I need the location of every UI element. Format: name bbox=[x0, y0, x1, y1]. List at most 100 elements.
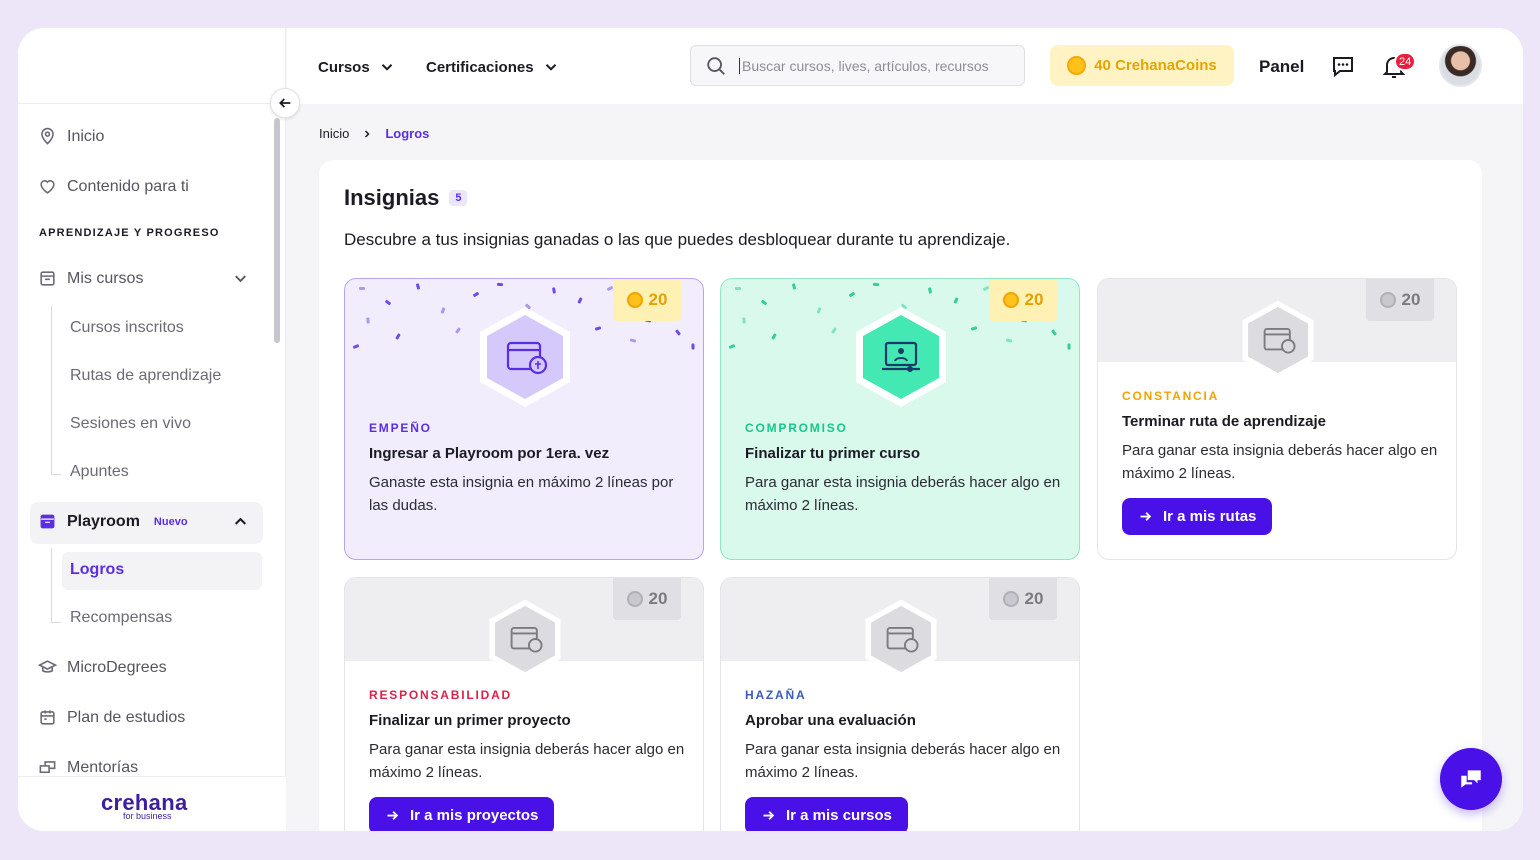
badge-count: 5 bbox=[449, 190, 468, 206]
sidebar-subitem-logros[interactable]: Logros bbox=[70, 561, 124, 579]
sidebar-subitem-notes[interactable]: Apuntes bbox=[70, 463, 129, 481]
breadcrumb-home[interactable]: Inicio bbox=[319, 126, 349, 141]
coin-icon bbox=[1379, 292, 1396, 308]
breadcrumb-current: Logros bbox=[385, 126, 430, 141]
locked-badge-icon bbox=[865, 599, 937, 679]
sidebar-item-home[interactable]: Inicio bbox=[38, 127, 104, 146]
go-to-courses-button[interactable]: Ir a mis cursos bbox=[745, 797, 908, 831]
coin-icon bbox=[626, 292, 643, 308]
confetti-piece bbox=[551, 287, 557, 294]
confetti-piece bbox=[1050, 329, 1058, 336]
go-to-paths-button[interactable]: Ir a mis rutas bbox=[1122, 498, 1273, 535]
sidebar-subitem-enrolled[interactable]: Cursos inscritos bbox=[70, 319, 184, 337]
message-icon bbox=[1333, 57, 1353, 78]
search-input[interactable] bbox=[739, 57, 999, 74]
search-icon bbox=[707, 56, 725, 75]
go-to-projects-button[interactable]: Ir a mis proyectos bbox=[369, 797, 555, 831]
panel-link[interactable]: Panel bbox=[1259, 57, 1304, 77]
new-tag: Nuevo bbox=[153, 515, 188, 528]
badge-points: 20 bbox=[1366, 279, 1434, 321]
badge-text: Ganaste esta insignia en máximo 2 líneas… bbox=[369, 474, 674, 514]
confetti-piece bbox=[594, 326, 602, 331]
cta-label: Ir a mis cursos bbox=[786, 807, 892, 824]
confetti-piece bbox=[1005, 338, 1013, 343]
playroom-badge-icon bbox=[480, 307, 570, 407]
confetti-piece bbox=[415, 283, 421, 290]
sidebar-item-mentoring[interactable]: Mentorías bbox=[38, 758, 138, 777]
badge-text: Para ganar esta insignia deberás hacer a… bbox=[369, 741, 685, 781]
breadcrumb: Inicio Logros bbox=[319, 126, 429, 141]
confetti-piece bbox=[577, 297, 583, 304]
badge-category: RESPONSABILIDAD bbox=[369, 688, 513, 702]
crehana-logo-sub: for business bbox=[123, 811, 172, 821]
help-chat-button[interactable] bbox=[1440, 748, 1502, 810]
arrow-right-icon bbox=[763, 811, 775, 820]
confetti-piece bbox=[831, 327, 837, 334]
top-header: Cursos Certificaciones 40 CrehanaCoins P… bbox=[287, 28, 1523, 104]
sidebar: Inicio Contenido para ti APRENDIZAJE Y P… bbox=[18, 28, 286, 831]
calendar-icon bbox=[40, 710, 55, 725]
confetti-piece bbox=[366, 317, 370, 324]
search-box bbox=[690, 45, 1025, 86]
badge-category: EMPEÑO bbox=[369, 421, 432, 435]
badge-card-compromiso[interactable]: 20 COMPROMISO Finalizar tu primer curso … bbox=[720, 278, 1080, 560]
badge-category: COMPROMISO bbox=[745, 421, 848, 435]
sidebar-item-my-courses[interactable]: Mis cursos bbox=[38, 269, 250, 288]
page-title: Insignias 5 bbox=[344, 185, 468, 211]
confetti-piece bbox=[455, 327, 461, 334]
badge-card-hazana[interactable]: 20 HAZAÑA Aprobar una evaluación Para ga… bbox=[720, 577, 1080, 831]
sidebar-item-label: MicroDegrees bbox=[67, 658, 167, 676]
confetti-piece bbox=[953, 297, 959, 304]
sidebar-item-label: Inicio bbox=[67, 127, 105, 145]
sidebar-subitem-paths[interactable]: Rutas de aprendizaje bbox=[70, 367, 221, 385]
confetti-piece bbox=[359, 287, 365, 290]
sidebar-item-label: Mis cursos bbox=[67, 269, 144, 287]
arrow-right-icon bbox=[387, 811, 399, 820]
confetti-piece bbox=[674, 329, 682, 336]
badge-points: 20 bbox=[989, 578, 1057, 620]
sidebar-top bbox=[18, 28, 285, 104]
locked-badge-icon bbox=[1242, 300, 1314, 380]
sidebar-item-label: Mentorías bbox=[67, 758, 139, 776]
location-pin-icon bbox=[41, 127, 54, 145]
nav-certifications[interactable]: Certificaciones bbox=[426, 58, 560, 76]
arrow-left-icon bbox=[279, 98, 291, 108]
confetti-piece bbox=[771, 333, 777, 340]
badge-title: Finalizar tu primer curso bbox=[745, 445, 921, 462]
sidebar-item-microdegrees[interactable]: MicroDegrees bbox=[38, 658, 167, 677]
coin-icon bbox=[1002, 292, 1019, 308]
messages-button[interactable] bbox=[1331, 54, 1355, 83]
confetti-piece bbox=[728, 343, 736, 350]
confetti-piece bbox=[742, 317, 746, 324]
badge-title: Terminar ruta de aprendizaje bbox=[1122, 413, 1326, 430]
confetti-piece bbox=[872, 282, 880, 287]
sidebar-item-playroom[interactable]: Playroom Nuevo bbox=[38, 512, 250, 531]
cta-label: Ir a mis rutas bbox=[1163, 508, 1257, 525]
chevron-right-icon bbox=[365, 129, 370, 138]
badge-card-empeno[interactable]: 20 EMPEÑO Ingresar a Playroom por 1era. … bbox=[344, 278, 704, 560]
confetti-piece bbox=[395, 333, 401, 340]
sidebar-item-for-you[interactable]: Contenido para ti bbox=[38, 177, 189, 196]
sidebar-subitem-live[interactable]: Sesiones en vivo bbox=[70, 415, 191, 433]
badge-points: 20 bbox=[989, 279, 1057, 321]
badge-card-constancia[interactable]: 20 CONSTANCIA Terminar ruta de aprendiza… bbox=[1097, 278, 1457, 560]
nav-courses-label: Cursos bbox=[318, 58, 370, 76]
sidebar-collapse-button[interactable] bbox=[270, 88, 300, 118]
badge-category: HAZAÑA bbox=[745, 688, 807, 702]
notifications-count-badge: 24 bbox=[1394, 52, 1417, 71]
badge-card-responsabilidad[interactable]: 20 RESPONSABILIDAD Finalizar un primer p… bbox=[344, 577, 704, 831]
confetti-piece bbox=[496, 282, 504, 287]
coins-label: 40 CrehanaCoins bbox=[1094, 57, 1217, 74]
nav-courses[interactable]: Cursos bbox=[318, 58, 396, 76]
archive-box-icon bbox=[40, 271, 55, 286]
graduation-cap-icon bbox=[38, 660, 57, 673]
crehana-coins-button[interactable]: 40 CrehanaCoins bbox=[1050, 45, 1234, 86]
playroom-box-icon bbox=[40, 514, 55, 529]
sidebar-item-label: Contenido para ti bbox=[67, 177, 189, 195]
confetti-piece bbox=[384, 299, 392, 306]
chat-support-icon bbox=[1461, 770, 1481, 788]
user-avatar[interactable] bbox=[1439, 44, 1482, 87]
sidebar-item-study-plan[interactable]: Plan de estudios bbox=[38, 708, 185, 727]
sidebar-subitem-rewards[interactable]: Recompensas bbox=[70, 609, 172, 627]
sidebar-scrollbar[interactable] bbox=[274, 118, 280, 343]
